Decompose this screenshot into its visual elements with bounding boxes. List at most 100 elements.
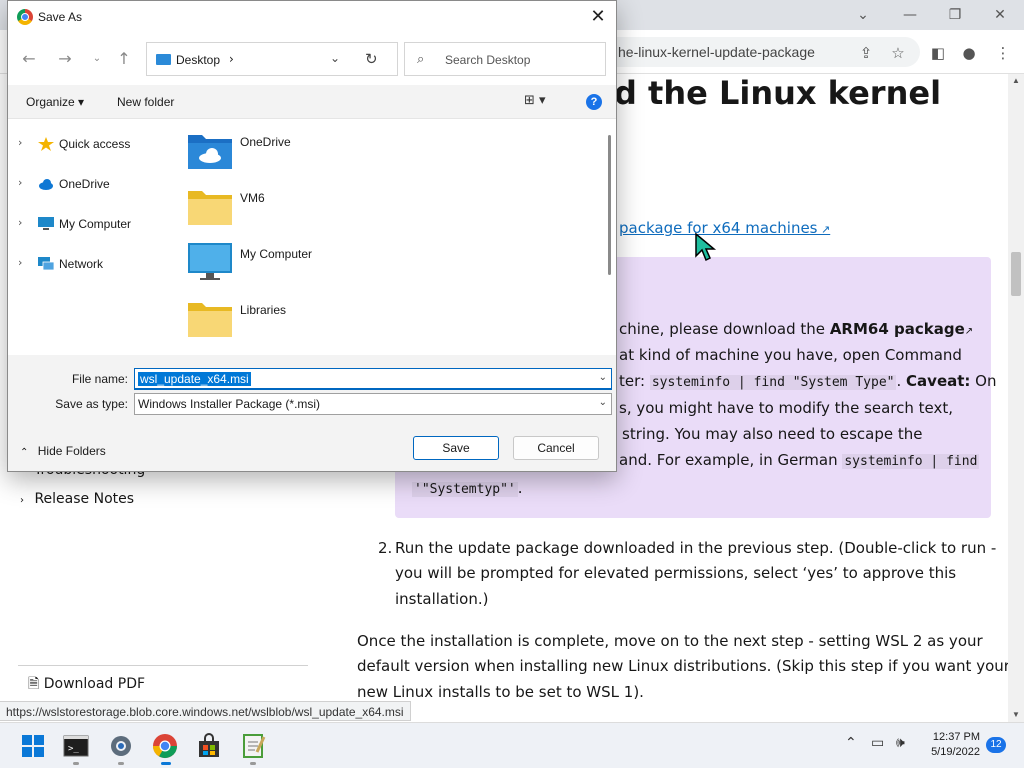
step2-line-2: you will be prompted for elevated permis… (395, 564, 957, 582)
x64-package-link-text[interactable]: package for x64 machines (619, 219, 818, 237)
folder-icon (188, 303, 232, 337)
start-windows-icon[interactable] (19, 732, 47, 760)
tree-item-label: Quick access (59, 137, 131, 151)
scrollbar-thumb[interactable] (1011, 252, 1021, 296)
file-item-vm6[interactable]: VM6 (188, 187, 388, 237)
dialog-close-icon[interactable]: ✕ (586, 5, 610, 29)
taskbar: >_ ⌃ ▭ 🕪 12:37 PM 5/19/2022 12 (0, 722, 1024, 768)
desktop-icon (156, 54, 171, 65)
clock-date: 5/19/2022 (931, 746, 980, 758)
file-item-label: VM6 (240, 191, 265, 205)
save-as-type-dropdown-icon[interactable]: ⌄ (599, 397, 607, 408)
tree-item-network[interactable]: › Network (8, 251, 176, 277)
view-options-icon[interactable]: ⊞ ▾ (524, 93, 546, 108)
page-heading: d the Linux kernel (614, 74, 942, 112)
breadcrumb-chevron-icon[interactable]: › (229, 52, 234, 66)
note-text: and. For example, in German (619, 451, 843, 469)
store-bag-icon[interactable] (195, 732, 223, 760)
file-item-label: My Computer (240, 247, 313, 261)
note-text: . (517, 479, 523, 497)
folder-icon (188, 191, 232, 225)
new-folder-button[interactable]: New folder (117, 95, 174, 109)
svg-text:>_: >_ (68, 744, 79, 754)
note-line-7: '"Systemtyp"'. (412, 479, 523, 497)
tree-item-quick-access[interactable]: › Quick access (8, 131, 176, 157)
star-icon (38, 137, 54, 151)
running-indicator (250, 762, 256, 765)
recent-locations-icon[interactable]: ⌄ (86, 48, 108, 70)
scroll-up-arrow-icon[interactable]: ▲ (1011, 76, 1021, 86)
note-text: . (896, 372, 907, 390)
computer-icon (38, 217, 54, 230)
download-pdf-link[interactable]: 🗎 Download PDF (28, 673, 145, 697)
browser-menu-icon[interactable]: ⋮ (992, 42, 1014, 64)
note-text: chine, please download the (619, 320, 830, 338)
arm64-package-link[interactable]: ARM64 package (830, 320, 965, 338)
terminal-icon[interactable]: >_ (62, 732, 90, 760)
address-box[interactable]: Desktop › ⌄ ↻ (146, 42, 398, 76)
network-icon (38, 257, 54, 271)
download-pdf-label: Download PDF (43, 676, 146, 692)
nav-release-notes-label: Release Notes (34, 491, 135, 507)
file-name-value-wrap: wsl_update_x64.msi (138, 372, 251, 386)
file-item-onedrive[interactable]: OneDrive (188, 131, 388, 181)
system-clock[interactable]: 12:37 PM 5/19/2022 (920, 731, 980, 758)
file-name-input[interactable]: wsl_update_x64.msi ⌄ (134, 368, 612, 390)
scroll-down-arrow-icon[interactable]: ▼ (1011, 710, 1021, 720)
cloud-icon (39, 179, 53, 190)
help-icon[interactable]: ? (586, 94, 602, 110)
file-item-libraries[interactable]: Libraries (188, 299, 388, 349)
tree-item-label: OneDrive (59, 177, 110, 191)
profile-avatar-icon[interactable]: ● (958, 42, 980, 64)
note-line-5: string. You may also need to escape the (622, 425, 923, 443)
caveat-label: Caveat: (906, 372, 971, 390)
back-arrow-icon[interactable]: ← (18, 48, 40, 70)
tree-item-my-computer[interactable]: › My Computer (8, 211, 176, 237)
chrome-browser-icon[interactable] (151, 732, 179, 760)
save-button[interactable]: Save (413, 436, 499, 460)
command-bar: Organize ▾ New folder ⊞ ▾ ? (8, 85, 616, 119)
chevron-right-icon[interactable]: › (18, 176, 22, 189)
minimize-icon[interactable]: — (898, 5, 922, 25)
dialog-title: Save As (38, 10, 83, 24)
notification-badge[interactable]: 12 (986, 737, 1006, 753)
tab-search-icon[interactable]: ⌄ (851, 5, 875, 25)
cancel-button[interactable]: Cancel (513, 436, 599, 460)
up-arrow-icon[interactable]: ↑ (113, 48, 135, 70)
share-icon[interactable]: ⇪ (855, 42, 877, 64)
bookmark-star-icon[interactable]: ☆ (887, 42, 909, 64)
save-as-type-select[interactable]: Windows Installer Package (*.msi) ⌄ (134, 393, 612, 415)
settings-gear-icon[interactable] (107, 732, 135, 760)
network-status-icon[interactable]: ▭ (871, 735, 884, 751)
tree-item-onedrive[interactable]: › OneDrive (8, 171, 176, 197)
file-item-my-computer[interactable]: My Computer (188, 243, 388, 293)
notepad-icon[interactable] (239, 732, 267, 760)
address-dropdown-icon[interactable]: ⌄ (330, 51, 340, 65)
x64-package-link[interactable]: package for x64 machines ↗ (619, 219, 830, 237)
chevron-right-icon[interactable]: › (18, 136, 22, 149)
file-name-dropdown-icon[interactable]: ⌄ (599, 372, 607, 383)
running-indicator (73, 762, 79, 765)
paragraph-line-2: default version when installing new Linu… (357, 657, 1010, 675)
close-window-icon[interactable]: ✕ (988, 5, 1012, 25)
refresh-icon[interactable]: ↻ (365, 50, 378, 68)
chevron-right-icon[interactable]: › (18, 216, 22, 229)
chevron-right-icon: › (20, 495, 24, 506)
search-box[interactable]: ⌕ Search Desktop (404, 42, 606, 76)
dialog-nav-bar: ← → ⌄ ↑ Desktop › ⌄ ↻ ⌕ Search Desktop (8, 33, 616, 85)
chevron-right-icon[interactable]: › (18, 256, 22, 269)
volume-icon[interactable]: 🕪 (896, 735, 905, 751)
restore-icon[interactable]: ❐ (943, 5, 967, 25)
paragraph-line-3: new Linux installs to be set to WSL 1). (357, 683, 644, 701)
file-list-scrollbar[interactable] (608, 135, 611, 275)
side-panel-icon[interactable]: ◧ (927, 42, 949, 64)
tray-overflow-chevron-icon[interactable]: ⌃ (845, 735, 857, 751)
search-icon: ⌕ (417, 52, 425, 67)
hide-folders-button[interactable]: ⌃ Hide Folders (20, 444, 106, 458)
page-scrollbar[interactable]: ▲ ▼ (1008, 74, 1024, 722)
nav-divider (18, 665, 308, 666)
nav-release-notes[interactable]: › Release Notes (20, 491, 134, 507)
active-indicator (161, 762, 171, 765)
organize-button[interactable]: Organize ▾ (26, 95, 84, 109)
forward-arrow-icon[interactable]: → (54, 48, 76, 70)
